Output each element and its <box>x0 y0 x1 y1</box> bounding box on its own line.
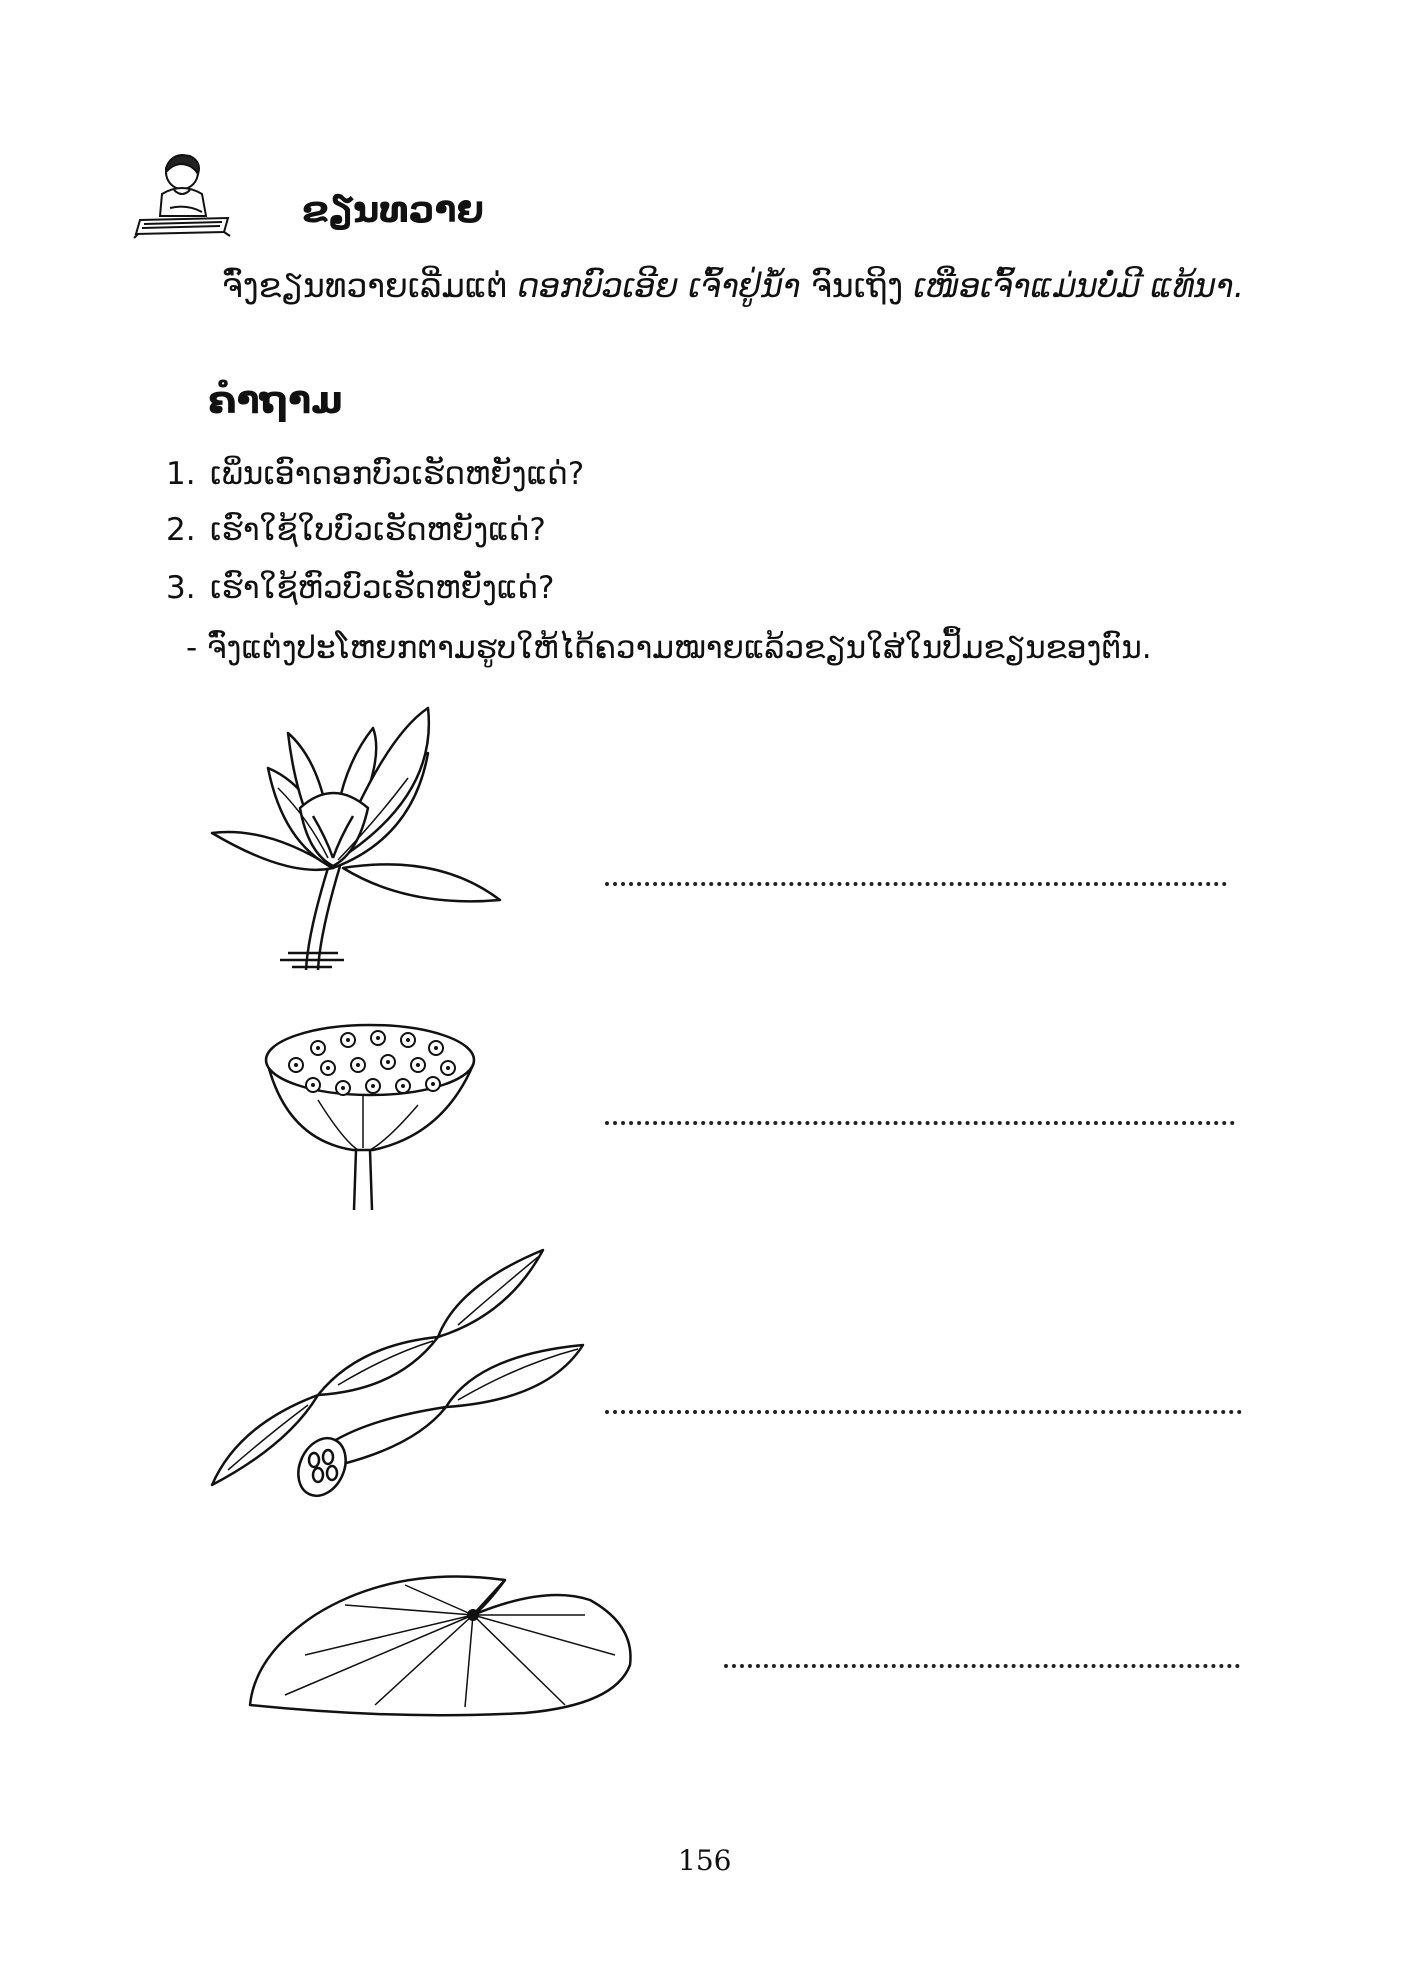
questions-title: ຄຳຖາມ <box>208 378 343 422</box>
question-number: 1. <box>166 456 196 492</box>
question-number: 2. <box>166 512 196 548</box>
page-number: 156 <box>678 1844 732 1877</box>
question-number: 3. <box>166 570 196 606</box>
child-writing-icon <box>133 154 231 239</box>
question-text: ເພິ່ນເອົາດອກບົວເຮັດຫຍັງແດ່? <box>210 456 585 492</box>
dictation-title: ຂຽນທວາຍ <box>302 190 484 231</box>
question-3: 3. ເຮົາໃຊ້ຫົວບົວເຮັດຫຍັງແດ່? <box>166 570 554 606</box>
answer-line-4[interactable] <box>724 1664 1240 1668</box>
answer-line-3[interactable] <box>605 1410 1242 1414</box>
answer-line-2[interactable] <box>605 1121 1235 1125</box>
answer-line-1[interactable] <box>605 882 1227 886</box>
lotus-leaf-illustration <box>248 1575 632 1717</box>
question-1: 1. ເພິ່ນເອົາດອກບົວເຮັດຫຍັງແດ່? <box>166 456 584 492</box>
instruction-prefix: ຈົ່ງຂຽນທວາຍເລີ່ມແຕ່ <box>222 266 508 305</box>
end-phrase: ເໜືອເຈົ້າແມ່ນບໍ່ມີ ແທ້ນາ. <box>913 266 1245 305</box>
question-text: ເຮົາໃຊ້ໃບບົວເຮັດຫຍັງແດ່? <box>210 512 546 548</box>
lotus-flower-illustration <box>210 706 502 971</box>
composition-task: - ຈົ່ງແຕ່ງປະໂຫຍກຕາມຮູບໃຫ້ໄດ້ຄວາມໝາຍແລ້ວຂ… <box>186 630 1152 666</box>
lotus-root-illustration <box>210 1248 585 1497</box>
question-text: ເຮົາໃຊ້ຫົວບົວເຮັດຫຍັງແດ່? <box>210 570 555 606</box>
dictation-instruction: ຈົ່ງຂຽນທວາຍເລີ່ມແຕ່ ດອກບົວເອີຍ ເຈົ້າຢູ່ນ… <box>222 266 1244 305</box>
question-2: 2. ເຮົາໃຊ້ໃບບົວເຮັດຫຍັງແດ່? <box>166 512 546 548</box>
lotus-seed-pod-illustration <box>264 1023 476 1211</box>
start-phrase: ດອກບົວເອີຍ ເຈົ້າຢູ່ນ້ຳ <box>518 266 801 305</box>
instruction-mid: ຈົນເຖິງ <box>811 266 904 305</box>
